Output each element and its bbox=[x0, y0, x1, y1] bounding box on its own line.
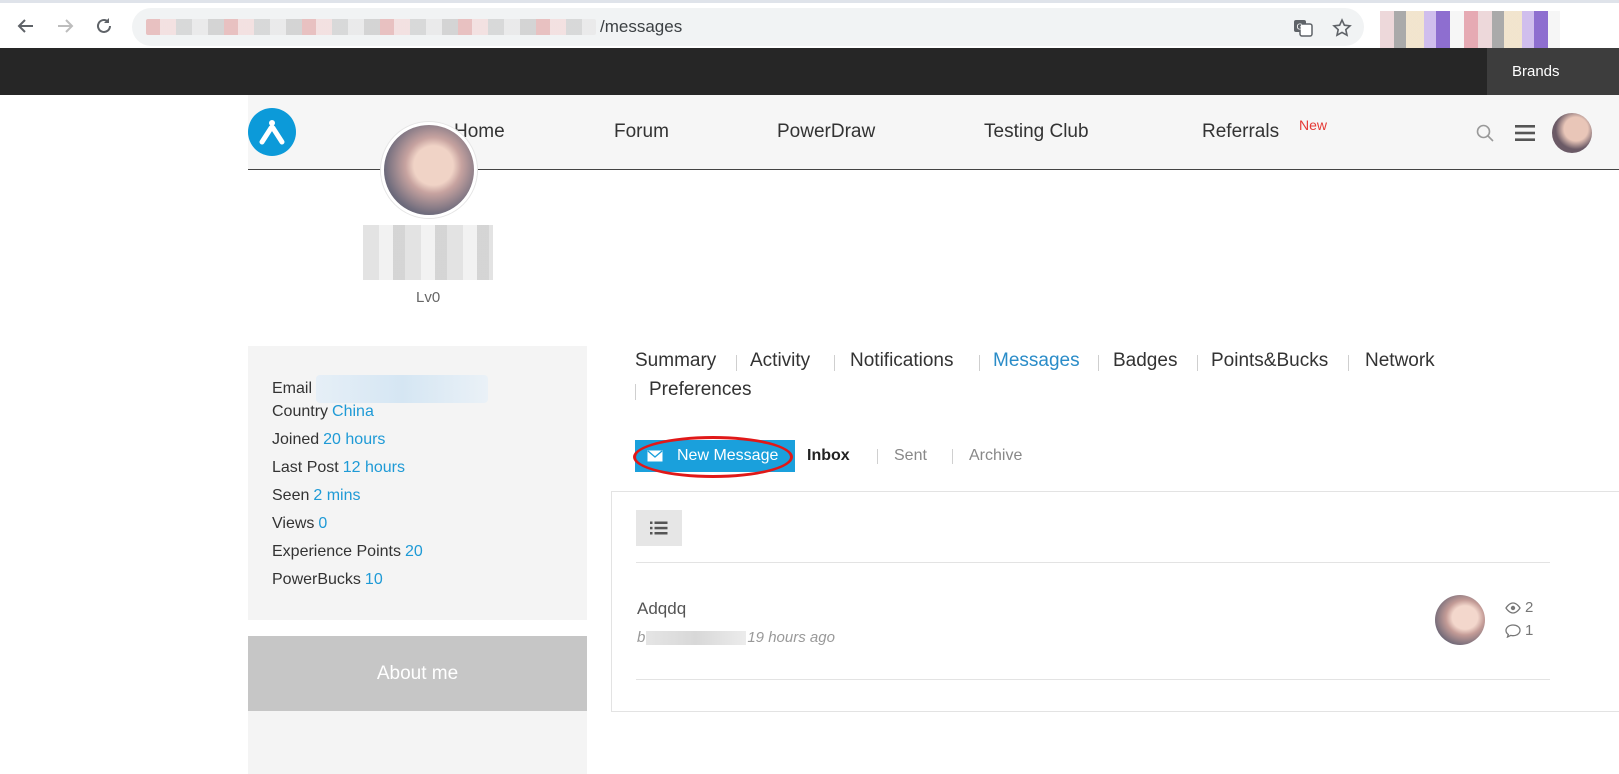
tab-divider bbox=[834, 355, 835, 371]
user-level: Lv0 bbox=[416, 289, 441, 306]
email-redacted bbox=[316, 375, 489, 403]
xp-value[interactable]: 20 bbox=[405, 543, 423, 560]
forward-arrow-icon[interactable] bbox=[52, 13, 78, 39]
tab-divider bbox=[979, 355, 980, 371]
message-views: 2 bbox=[1505, 599, 1533, 616]
powerbucks-label: PowerBucks bbox=[272, 571, 361, 588]
nav-testing-club[interactable]: Testing Club bbox=[984, 121, 1089, 143]
box-divider bbox=[952, 449, 953, 464]
new-message-label: New Message bbox=[677, 447, 779, 464]
user-avatar[interactable] bbox=[1552, 113, 1592, 153]
message-time: 19 hours ago bbox=[747, 629, 835, 646]
joined-value: 20 hours bbox=[323, 431, 386, 448]
views-label: Views bbox=[272, 515, 315, 532]
info-views: Views 0 bbox=[272, 515, 327, 533]
info-country: Country China bbox=[272, 403, 374, 421]
country-value[interactable]: China bbox=[332, 403, 374, 420]
username-redacted bbox=[363, 225, 493, 280]
seen-label: Seen bbox=[272, 487, 310, 504]
about-me-body bbox=[248, 711, 587, 774]
about-me-header[interactable]: About me bbox=[248, 636, 587, 711]
tab-points-bucks[interactable]: Points&Bucks bbox=[1211, 350, 1328, 372]
list-icon bbox=[650, 521, 668, 535]
url-redacted bbox=[146, 19, 596, 35]
info-seen: Seen 2 mins bbox=[272, 487, 361, 505]
site-logo[interactable] bbox=[248, 108, 296, 156]
tab-messages[interactable]: Messages bbox=[993, 350, 1080, 372]
tab-badges[interactable]: Badges bbox=[1113, 350, 1177, 372]
last-post-label: Last Post bbox=[272, 459, 339, 476]
tab-activity[interactable]: Activity bbox=[750, 350, 810, 372]
search-icon[interactable] bbox=[1473, 121, 1497, 145]
address-bar[interactable]: /messages G bbox=[132, 8, 1364, 46]
box-archive[interactable]: Archive bbox=[969, 447, 1022, 465]
back-arrow-icon[interactable] bbox=[13, 13, 39, 39]
sender-redacted bbox=[646, 631, 747, 646]
box-inbox[interactable]: Inbox bbox=[807, 447, 850, 465]
box-sent[interactable]: Sent bbox=[894, 447, 927, 465]
tab-divider bbox=[1197, 355, 1198, 371]
nav-powerdraw[interactable]: PowerDraw bbox=[777, 121, 875, 143]
tab-divider bbox=[736, 355, 737, 371]
sender-avatar[interactable] bbox=[1435, 595, 1485, 645]
new-message-button[interactable]: New Message bbox=[635, 440, 795, 472]
eye-icon bbox=[1505, 601, 1521, 614]
message-meta: b 19 hours ago bbox=[637, 629, 835, 646]
nav-referrals[interactable]: Referrals bbox=[1202, 121, 1279, 143]
views-count: 2 bbox=[1525, 599, 1534, 616]
powerbucks-value[interactable]: 10 bbox=[365, 571, 383, 588]
profile-avatar bbox=[381, 122, 477, 218]
tab-notifications[interactable]: Notifications bbox=[850, 350, 954, 372]
seen-value: 2 mins bbox=[313, 487, 361, 504]
joined-label: Joined bbox=[272, 431, 320, 448]
country-label: Country bbox=[272, 403, 329, 420]
tab-preferences[interactable]: Preferences bbox=[649, 379, 751, 401]
referrals-new-badge: New bbox=[1299, 117, 1328, 133]
box-divider bbox=[877, 449, 878, 464]
message-list-panel: Adqdq b 19 hours ago 2 1 bbox=[611, 491, 1619, 712]
tab-summary[interactable]: Summary bbox=[635, 350, 716, 372]
site-topbar: Brands bbox=[0, 48, 1619, 95]
divider bbox=[636, 679, 1550, 680]
last-post-value[interactable]: 12 hours bbox=[343, 459, 405, 476]
browser-toolbar: /messages G bbox=[0, 0, 1619, 49]
info-joined: Joined 20 hours bbox=[272, 431, 385, 449]
comment-icon bbox=[1505, 623, 1521, 638]
brands-tab[interactable]: Brands bbox=[1487, 48, 1619, 95]
nav-forum[interactable]: Forum bbox=[614, 121, 669, 143]
info-last-post: Last Post 12 hours bbox=[272, 459, 405, 477]
svg-text:G: G bbox=[1297, 23, 1303, 32]
translate-icon[interactable]: G bbox=[1292, 17, 1314, 39]
tab-divider bbox=[635, 384, 636, 400]
menu-icon[interactable] bbox=[1513, 121, 1537, 145]
message-replies: 1 bbox=[1505, 622, 1533, 639]
views-value: 0 bbox=[318, 515, 328, 532]
divider bbox=[636, 562, 1550, 563]
reload-icon[interactable] bbox=[91, 13, 117, 39]
extensions-redacted bbox=[1380, 11, 1560, 49]
bookmark-star-icon[interactable] bbox=[1331, 17, 1353, 39]
list-view-button[interactable] bbox=[636, 510, 682, 546]
info-powerbucks: PowerBucks 10 bbox=[272, 571, 383, 589]
info-email: Email bbox=[272, 375, 489, 403]
envelope-icon bbox=[647, 450, 663, 462]
replies-count: 1 bbox=[1525, 622, 1534, 639]
message-by-prefix: b bbox=[637, 629, 646, 646]
profile-info-panel: Email Country China Joined 20 hours Last P… bbox=[248, 346, 587, 620]
tab-divider bbox=[1348, 355, 1349, 371]
xp-label: Experience Points bbox=[272, 543, 401, 560]
url-text: /messages bbox=[600, 17, 683, 36]
info-experience-points: Experience Points 20 bbox=[272, 543, 423, 561]
message-title[interactable]: Adqdq bbox=[637, 599, 686, 619]
tab-network[interactable]: Network bbox=[1365, 350, 1435, 372]
tab-divider bbox=[1098, 355, 1099, 371]
email-label: Email bbox=[272, 380, 313, 398]
